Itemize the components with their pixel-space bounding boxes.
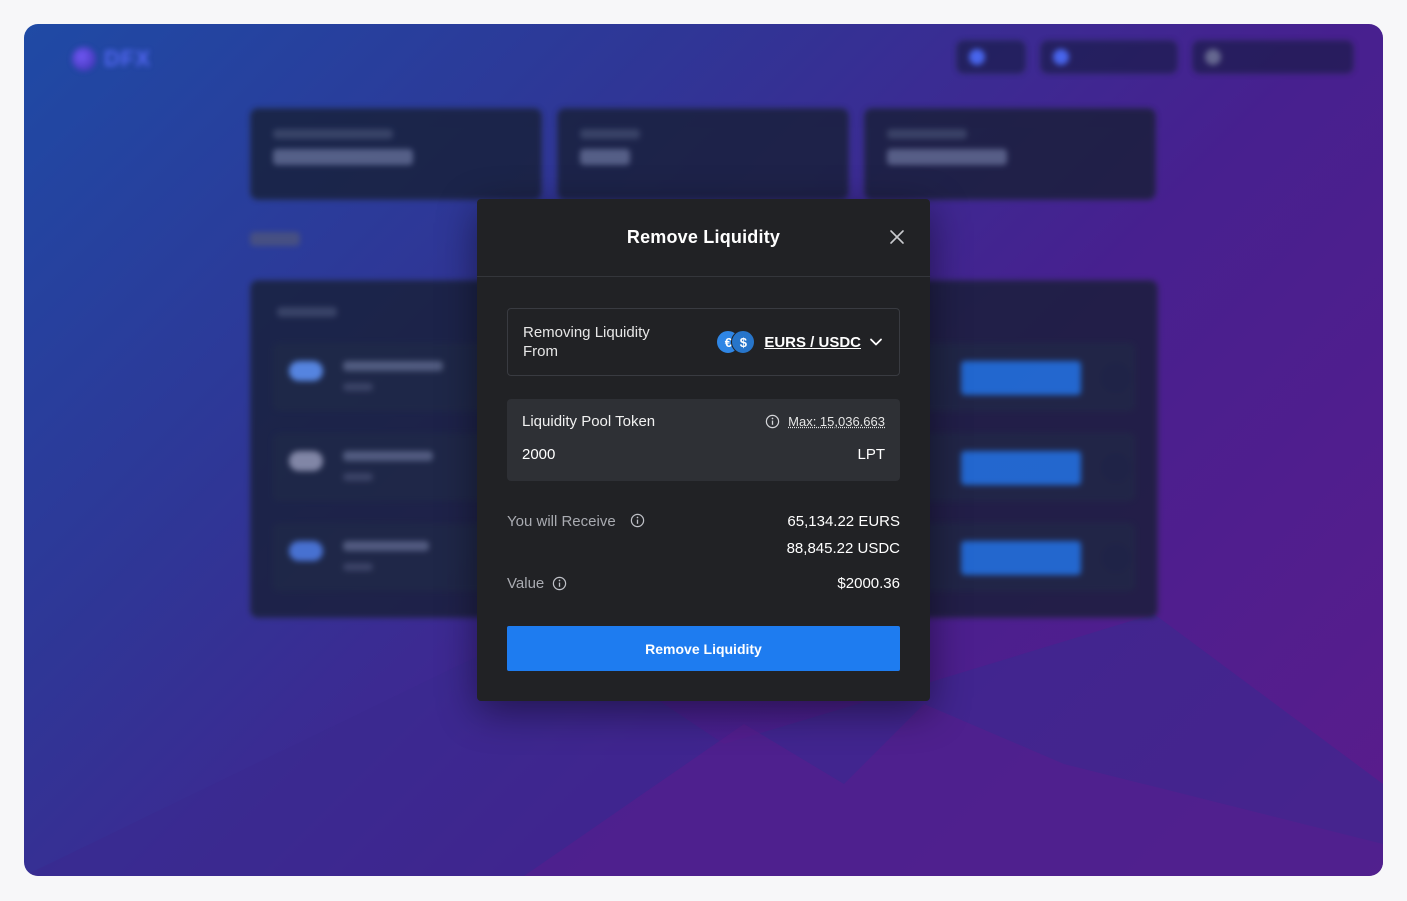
remove-liquidity-modal: Remove Liquidity Removing Liquidity From… <box>477 199 930 701</box>
value-label: Value <box>507 575 545 592</box>
info-icon[interactable] <box>765 414 780 429</box>
receive-row: You will Receive 65,134.22 EURS 88,845.2… <box>507 513 900 562</box>
receive-amount-eurs: 65,134.22 EURS <box>787 513 900 530</box>
modal-header: Remove Liquidity <box>477 199 930 277</box>
stat-card-price <box>557 108 849 200</box>
info-icon[interactable] <box>630 513 645 528</box>
pair-select-dropdown[interactable]: € $ EURS / USDC <box>716 330 883 354</box>
receive-label: You will Receive <box>507 513 616 530</box>
lpt-label: Liquidity Pool Token <box>522 413 656 430</box>
max-button[interactable]: Max: 15,036.663 <box>788 414 885 429</box>
dfx-logo: DFX <box>72 46 151 72</box>
close-icon <box>890 230 904 244</box>
pair-label: EURS / USDC <box>764 333 861 351</box>
stat-card-earned <box>864 108 1156 200</box>
remove-liquidity-button[interactable]: Remove Liquidity <box>507 626 900 671</box>
stat-card-tvl <box>250 108 542 200</box>
close-button[interactable] <box>888 228 906 246</box>
pair-icons: € $ <box>716 330 756 354</box>
lpt-input-box[interactable]: Liquidity Pool Token Max: 15,036.663 200… <box>507 399 900 481</box>
receive-amount-usdc: 88,845.22 USDC <box>786 540 900 557</box>
wallet-button[interactable] <box>1192 40 1354 74</box>
lpt-amount-input[interactable]: 2000 <box>522 446 555 463</box>
pool-selector-box: Removing Liquidity From € $ EURS / USDC <box>507 308 900 376</box>
pools-heading <box>250 232 300 246</box>
info-icon[interactable] <box>552 576 567 591</box>
lpt-unit: LPT <box>857 446 885 463</box>
modal-title: Remove Liquidity <box>626 227 781 247</box>
token-balance-pill[interactable] <box>956 40 1026 74</box>
network-select[interactable] <box>1040 40 1178 74</box>
removing-from-label: Removing Liquidity From <box>523 324 650 360</box>
chevron-down-icon <box>870 338 882 346</box>
value-row: Value $2000.36 <box>507 575 900 592</box>
receive-amounts: 65,134.22 EURS 88,845.22 USDC <box>787 508 900 562</box>
usdc-coin-icon: $ <box>731 330 756 354</box>
value-amount: $2000.36 <box>837 575 900 592</box>
